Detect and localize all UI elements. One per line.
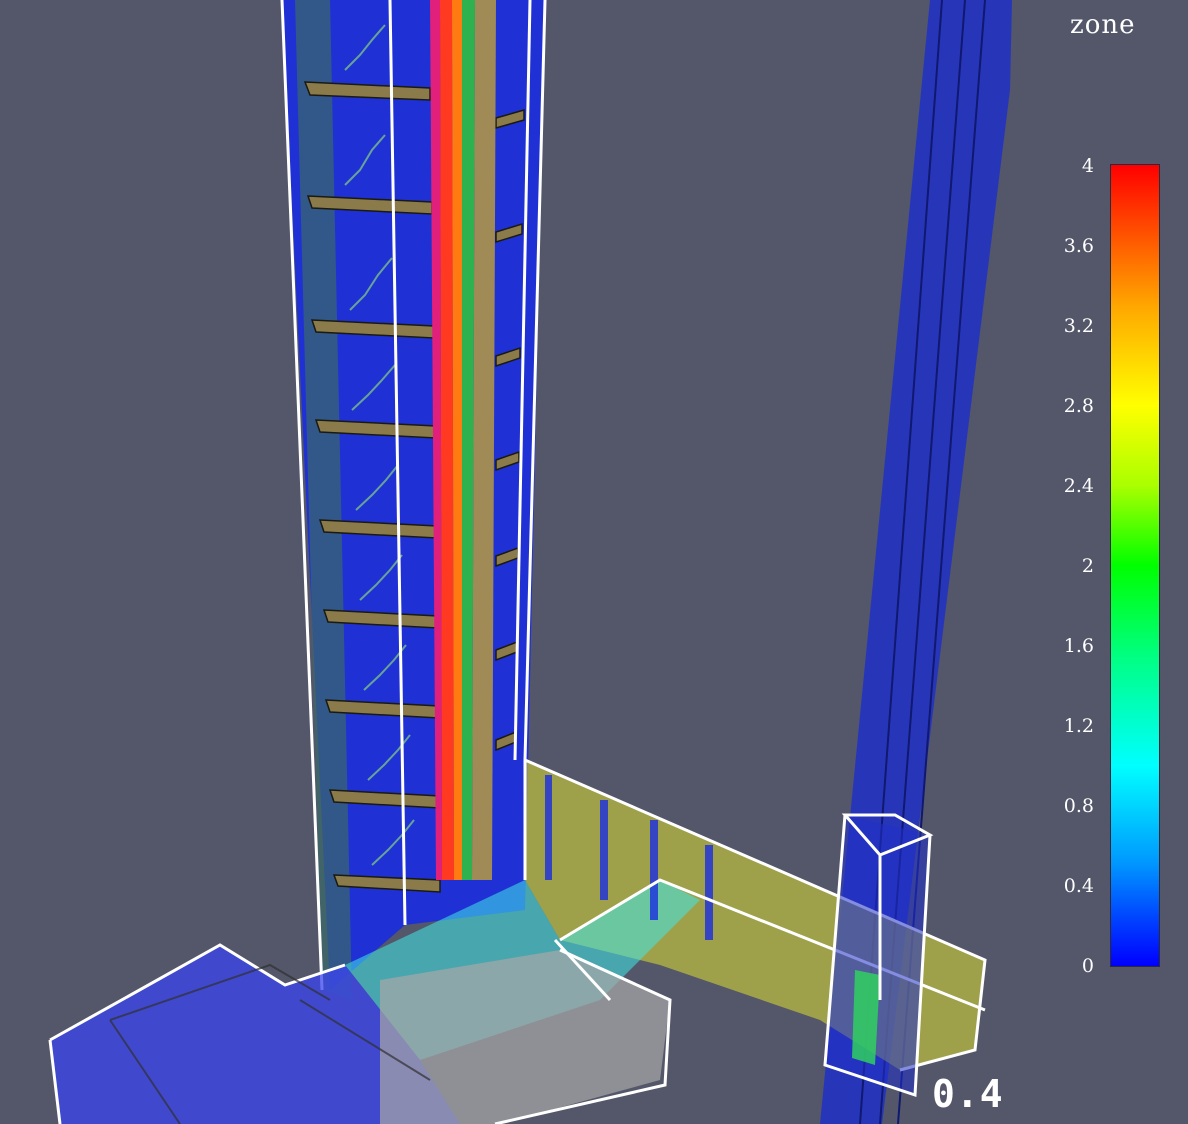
legend-tick-label: 4 [1081, 155, 1094, 177]
legend-tick-label: 2 [1081, 555, 1094, 577]
legend-tick-label: 3.2 [1063, 315, 1094, 337]
legend-tick-label: 0.8 [1063, 795, 1094, 817]
color-scale-bar [1110, 164, 1160, 967]
legend-tick-label: 1.6 [1063, 635, 1094, 657]
legend-tick-label: 0 [1081, 955, 1094, 977]
tower [280, 0, 547, 1000]
legend-tick-label: 2.8 [1063, 395, 1094, 417]
legend-tick-label: 3.6 [1063, 235, 1094, 257]
legend-title: zone [1070, 10, 1136, 40]
building-scene [48, 0, 1012, 1124]
legend-tick-label: 1.2 [1063, 715, 1094, 737]
legend-tick-label: 0.4 [1063, 875, 1094, 897]
legend-tick-label: 2.4 [1063, 475, 1094, 497]
right-box [823, 813, 934, 1098]
time-readout: 0.4 [932, 1072, 1004, 1116]
3d-viewport[interactable]: zone 4 3.6 3.2 2.8 2.4 2 1.6 1.2 0.8 0.4… [0, 0, 1188, 1124]
